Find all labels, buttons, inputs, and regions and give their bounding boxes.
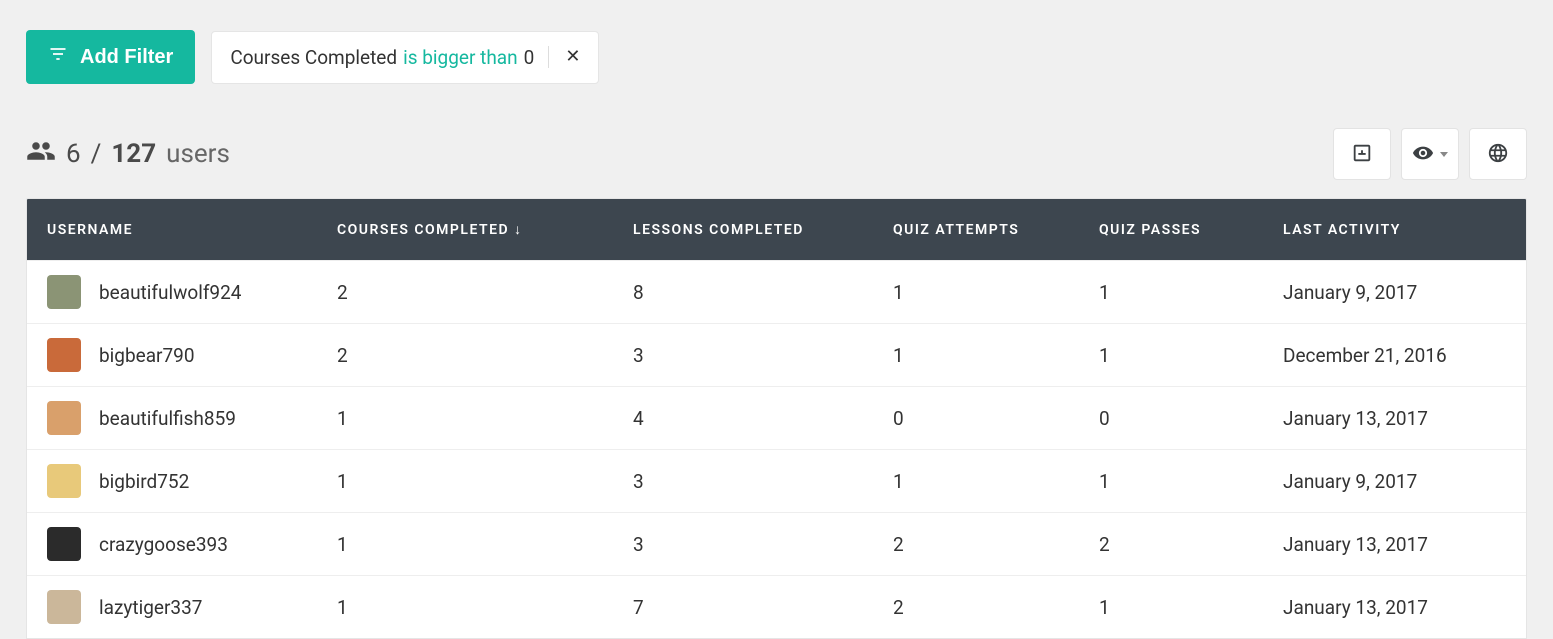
- courses-cell: 1: [317, 450, 613, 513]
- quiz-attempts-cell: 2: [873, 576, 1079, 639]
- courses-cell: 1: [317, 513, 613, 576]
- summary-row: 6 / 127 users: [0, 104, 1553, 198]
- last-activity-cell: January 13, 2017: [1263, 576, 1526, 639]
- quiz-attempts-cell: 1: [873, 324, 1079, 387]
- quiz-passes-cell: 1: [1079, 261, 1263, 324]
- open-external-button[interactable]: [1333, 128, 1391, 180]
- table-row[interactable]: bigbird7521311January 9, 2017: [27, 450, 1526, 513]
- filter-icon: [48, 44, 68, 70]
- count-separator: /: [91, 139, 102, 169]
- table-row[interactable]: crazygoose3931322January 13, 2017: [27, 513, 1526, 576]
- quiz-passes-cell: 2: [1079, 513, 1263, 576]
- filter-divider: [548, 46, 549, 68]
- courses-cell: 2: [317, 324, 613, 387]
- quiz-passes-cell: 1: [1079, 324, 1263, 387]
- avatar: [47, 590, 81, 624]
- filter-toolbar: Add Filter Courses Completed is bigger t…: [0, 0, 1553, 104]
- courses-cell: 2: [317, 261, 613, 324]
- table-row[interactable]: bigbear7902311December 21, 2016: [27, 324, 1526, 387]
- username-cell: crazygoose393: [99, 533, 228, 556]
- globe-icon: [1487, 142, 1509, 167]
- quiz-attempts-cell: 2: [873, 513, 1079, 576]
- quiz-attempts-cell: 1: [873, 261, 1079, 324]
- remove-filter-icon[interactable]: ✕: [565, 48, 580, 66]
- avatar: [47, 527, 81, 561]
- total-count: 127: [111, 139, 156, 169]
- col-quiz-passes[interactable]: QUIZ PASSES: [1079, 199, 1263, 261]
- lessons-cell: 8: [613, 261, 873, 324]
- last-activity-cell: January 13, 2017: [1263, 513, 1526, 576]
- lessons-cell: 7: [613, 576, 873, 639]
- users-table: USERNAME COURSES COMPLETED ↓ LESSONS COM…: [26, 198, 1527, 639]
- active-filter-chip[interactable]: Courses Completed is bigger than 0 ✕: [211, 31, 599, 84]
- username-cell: beautifulwolf924: [99, 281, 241, 304]
- lessons-cell: 4: [613, 387, 873, 450]
- courses-cell: 1: [317, 387, 613, 450]
- eye-icon: [1412, 142, 1434, 167]
- visibility-button[interactable]: [1401, 128, 1459, 180]
- lessons-cell: 3: [613, 513, 873, 576]
- quiz-passes-cell: 1: [1079, 576, 1263, 639]
- lessons-cell: 3: [613, 324, 873, 387]
- last-activity-cell: January 9, 2017: [1263, 450, 1526, 513]
- filter-value: 0: [524, 46, 535, 69]
- avatar: [47, 401, 81, 435]
- quiz-attempts-cell: 1: [873, 450, 1079, 513]
- username-cell: beautifulfish859: [99, 407, 236, 430]
- col-lessons-completed[interactable]: LESSONS COMPLETED: [613, 199, 873, 261]
- courses-cell: 1: [317, 576, 613, 639]
- add-filter-label: Add Filter: [80, 46, 173, 69]
- quiz-passes-cell: 0: [1079, 387, 1263, 450]
- filter-operator: is bigger than: [403, 46, 518, 69]
- lessons-cell: 3: [613, 450, 873, 513]
- col-last-activity[interactable]: LAST ACTIVITY: [1263, 199, 1526, 261]
- last-activity-cell: January 13, 2017: [1263, 387, 1526, 450]
- col-courses-completed[interactable]: COURSES COMPLETED ↓: [317, 199, 613, 261]
- col-username[interactable]: USERNAME: [27, 199, 317, 261]
- col-quizp-label: QUIZ PASSES: [1099, 222, 1201, 238]
- table-header-row: USERNAME COURSES COMPLETED ↓ LESSONS COM…: [27, 199, 1526, 261]
- username-cell: bigbear790: [99, 344, 195, 367]
- user-count: 6 / 127 users: [26, 136, 230, 173]
- filter-field: Courses Completed: [230, 46, 397, 69]
- add-filter-button[interactable]: Add Filter: [26, 30, 195, 84]
- chevron-down-icon: [1440, 152, 1448, 157]
- avatar: [47, 275, 81, 309]
- table-actions: [1333, 128, 1527, 180]
- people-icon: [26, 136, 56, 173]
- username-cell: lazytiger337: [99, 596, 202, 619]
- table-row[interactable]: beautifulwolf9242811January 9, 2017: [27, 261, 1526, 324]
- avatar: [47, 464, 81, 498]
- quiz-attempts-cell: 0: [873, 387, 1079, 450]
- avatar: [47, 338, 81, 372]
- last-activity-cell: January 9, 2017: [1263, 261, 1526, 324]
- col-quiz-attempts[interactable]: QUIZ ATTEMPTS: [873, 199, 1079, 261]
- sort-desc-icon: ↓: [514, 222, 523, 238]
- table-row[interactable]: beautifulfish8591400January 13, 2017: [27, 387, 1526, 450]
- col-quiza-label: QUIZ ATTEMPTS: [893, 222, 1019, 238]
- count-unit: users: [166, 139, 230, 169]
- open-in-new-icon: [1351, 142, 1373, 167]
- col-lessons-label: LESSONS COMPLETED: [633, 222, 804, 238]
- col-last-label: LAST ACTIVITY: [1283, 222, 1401, 238]
- col-username-label: USERNAME: [47, 222, 133, 238]
- last-activity-cell: December 21, 2016: [1263, 324, 1526, 387]
- public-button[interactable]: [1469, 128, 1527, 180]
- col-courses-label: COURSES COMPLETED: [337, 222, 509, 238]
- username-cell: bigbird752: [99, 470, 189, 493]
- filtered-count: 6: [66, 139, 81, 169]
- quiz-passes-cell: 1: [1079, 450, 1263, 513]
- table-row[interactable]: lazytiger3371721January 13, 2017: [27, 576, 1526, 639]
